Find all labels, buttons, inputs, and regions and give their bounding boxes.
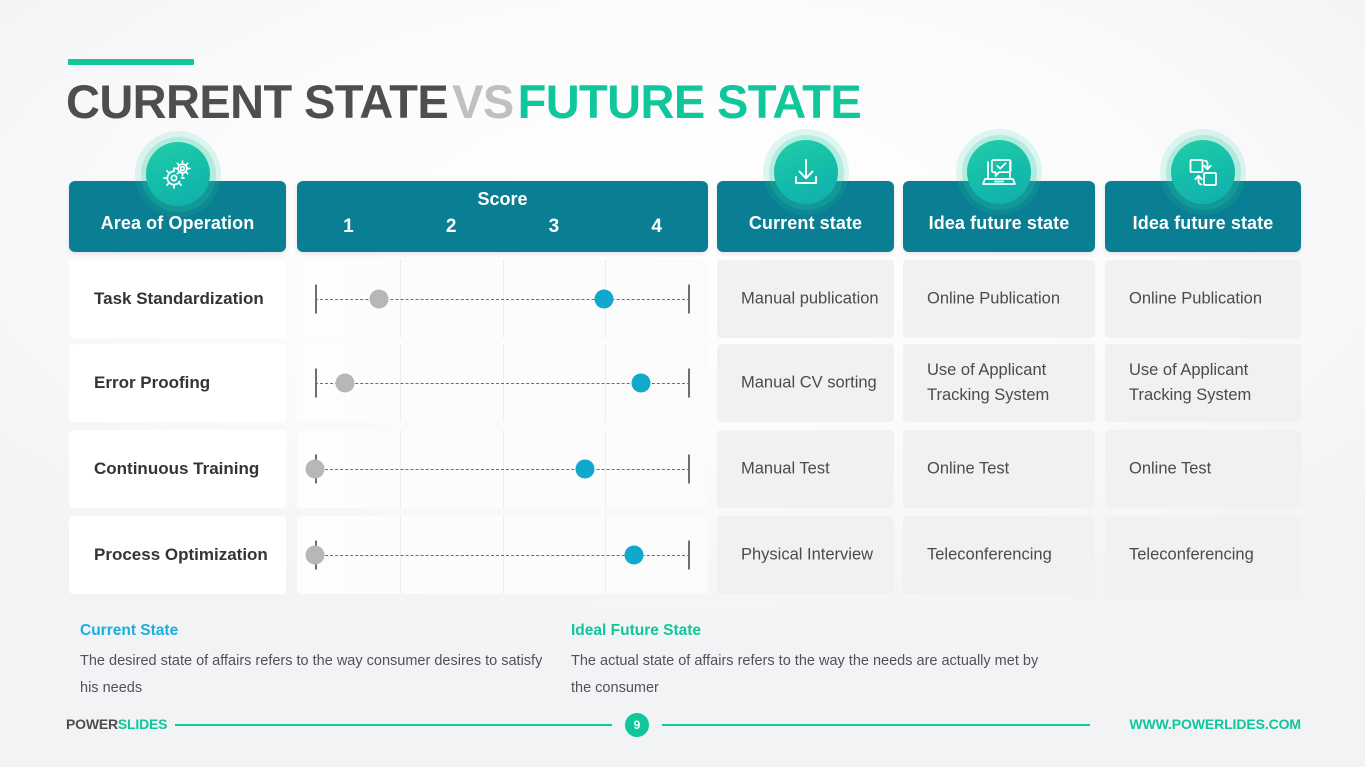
table-row-current-state-cell: Manual CV sorting — [717, 344, 894, 422]
table-row-score-cell — [297, 516, 708, 594]
slide-canvas: CURRENT STATEVSFUTURE STATE Area of Oper… — [0, 0, 1365, 767]
legend-title-future-state: Ideal Future State — [571, 622, 702, 639]
table-row-future-state-1-cell: Online Publication — [903, 260, 1095, 338]
score-tick-4: 4 — [651, 216, 662, 237]
score-tick-3: 3 — [548, 216, 560, 237]
laptop-check-icon — [956, 129, 1042, 215]
title-part-vs: VS — [452, 75, 514, 128]
page-title: CURRENT STATEVSFUTURE STATE — [66, 73, 862, 131]
score-tick-2: 2 — [445, 216, 457, 237]
score-track-cap-left — [315, 284, 318, 314]
score-track — [315, 366, 690, 400]
header-label-current-state: Current state — [748, 213, 863, 233]
cell-text: Manual CV sorting — [741, 373, 877, 392]
current-state-marker[interactable] — [305, 545, 325, 565]
cell-text: Use of Applicant Tracking System — [927, 361, 1050, 404]
future-state-marker[interactable] — [594, 289, 614, 309]
score-tick-labels: 1 2 3 4 — [297, 216, 708, 238]
footer-website-url[interactable]: WWW.POWERLIDES.COM — [1129, 716, 1301, 732]
cell-text: Online Test — [927, 459, 1010, 478]
page-number-badge: 9 — [625, 713, 649, 737]
legend-title-current-state: Current State — [80, 622, 179, 639]
table-row-score-cell — [297, 260, 708, 338]
score-track — [305, 538, 690, 572]
cell-text: Online Publication — [1129, 289, 1262, 308]
row-label: Continuous Training — [94, 459, 260, 478]
footer-divider-right — [662, 724, 1090, 726]
table-row-area-cell: Task Standardization — [69, 260, 286, 338]
gears-icon — [135, 131, 221, 217]
table-row-future-state-2-cell: Online Test — [1105, 430, 1301, 508]
table-row-future-state-2-cell: Teleconferencing — [1105, 516, 1301, 594]
table-row-score-cell — [297, 430, 708, 508]
table-row-future-state-1-cell: Online Test — [903, 430, 1095, 508]
title-part-future: FUTURE STATE — [517, 75, 862, 128]
current-state-marker[interactable] — [305, 459, 325, 479]
table-row-future-state-1-cell: Use of Applicant Tracking System — [903, 344, 1095, 422]
legend-body-future-state: The actual state of affairs refers to th… — [571, 653, 1039, 696]
brand-logo-part2: SLIDES — [117, 716, 168, 732]
cell-text: Online Test — [1129, 459, 1212, 478]
future-state-marker[interactable] — [575, 459, 595, 479]
title-part-current: CURRENT STATE — [66, 75, 449, 128]
brand-logo-part1: POWER — [66, 716, 118, 732]
table-row-current-state-cell: Physical Interview — [717, 516, 894, 594]
table-row-area-cell: Process Optimization — [69, 516, 286, 594]
header-label-future-state-2: Idea future state — [1132, 213, 1274, 233]
current-state-marker[interactable] — [369, 289, 389, 309]
score-track-cap-right — [687, 540, 690, 570]
cell-text: Teleconferencing — [1129, 545, 1254, 564]
table-row-future-state-1-cell: Teleconferencing — [903, 516, 1095, 594]
swap-squares-icon — [1160, 129, 1246, 215]
score-track — [305, 452, 690, 486]
row-label: Error Proofing — [94, 373, 211, 392]
cell-text: Manual Test — [741, 459, 830, 478]
score-track-cap-right — [687, 284, 690, 314]
score-track-dashed-line — [315, 469, 690, 470]
score-track-cap-left — [315, 368, 318, 398]
table-row-future-state-2-cell: Online Publication — [1105, 260, 1301, 338]
score-track-cap-right — [687, 454, 690, 484]
legend-body-current-state: The desired state of affairs refers to t… — [80, 653, 543, 696]
title-accent-bar — [68, 59, 194, 65]
table-row-future-state-2-cell: Use of Applicant Tracking System — [1105, 344, 1301, 422]
row-label: Task Standardization — [94, 289, 264, 308]
table-row-score-cell — [297, 344, 708, 422]
download-icon — [763, 129, 849, 215]
score-tick-1: 1 — [343, 216, 354, 237]
brand-logo: POWERSLIDES — [66, 716, 167, 732]
table-row-current-state-cell: Manual publication — [717, 260, 894, 338]
cell-text: Online Publication — [927, 289, 1060, 308]
score-track — [315, 282, 690, 316]
cell-text: Teleconferencing — [927, 545, 1052, 564]
column-header-score: Score 1 2 3 4 — [297, 181, 708, 252]
table-row-current-state-cell: Manual Test — [717, 430, 894, 508]
future-state-marker[interactable] — [624, 545, 644, 565]
cell-text: Physical Interview — [741, 545, 874, 564]
score-track-cap-right — [687, 368, 690, 398]
current-state-marker[interactable] — [335, 373, 355, 393]
row-label: Process Optimization — [94, 545, 268, 564]
footer-divider-left — [175, 724, 612, 726]
future-state-marker[interactable] — [631, 373, 651, 393]
cell-text: Use of Applicant Tracking System — [1129, 361, 1252, 404]
cell-text: Manual publication — [741, 289, 879, 308]
table-row-area-cell: Continuous Training — [69, 430, 286, 508]
table-row-area-cell: Error Proofing — [69, 344, 286, 422]
header-label-future-state-1: Idea future state — [928, 213, 1070, 233]
header-label-score: Score — [477, 189, 528, 209]
